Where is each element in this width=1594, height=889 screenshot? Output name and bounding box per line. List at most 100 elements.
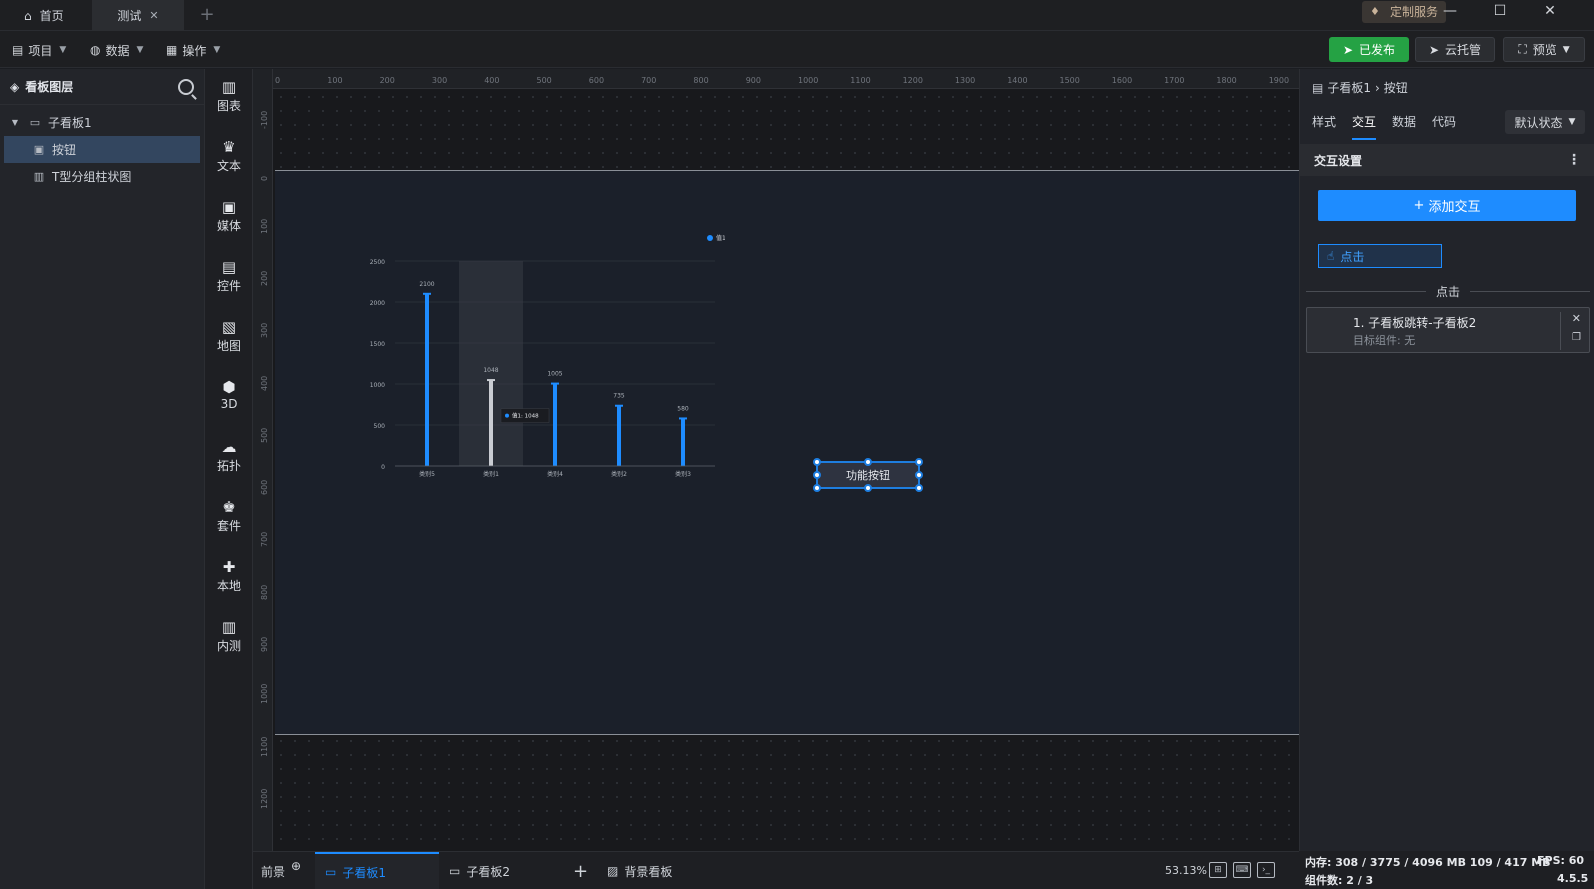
rail-item-text[interactable]: ♛ 文本 [205, 139, 253, 174]
close-icon[interactable]: ✕ [1572, 312, 1581, 325]
rail-item-label: 地图 [216, 339, 241, 353]
breadcrumb-parent[interactable]: 子看板1 [1327, 79, 1371, 96]
tab-foreground[interactable]: 前景 ⊕ [261, 852, 301, 889]
data-menu-label: 数据 [105, 43, 130, 58]
image-icon: ▣ [33, 143, 45, 156]
y-tick-label: 1000 [370, 382, 385, 389]
rail-item-topology[interactable]: ☁ 拓扑 [205, 439, 253, 474]
bar-chart[interactable]: 0 500 1000 1500 2000 2500 2100 类别5 1048 类别1 1005 类别… [345, 226, 726, 486]
ruler-tick-label: -100 [260, 110, 269, 129]
tab-data[interactable]: 数据 [1392, 113, 1416, 140]
rail-item-local[interactable]: ✚ 本地 [205, 559, 253, 594]
resize-handle-e[interactable] [915, 471, 923, 479]
ruler-tick-label: 1400 [1007, 76, 1028, 85]
ruler-tick-label: 1000 [798, 76, 819, 85]
x-tick-label: 类别4 [547, 470, 563, 478]
properties-panel: ▤ 子看板1 › 按钮 样式 交互 数据 代码 默认状态 ▼ 交互设置 ⋮ + … [1299, 69, 1594, 851]
data-label: 1048 [483, 367, 498, 374]
rail-item-widget[interactable]: ▤ 控件 [205, 259, 253, 294]
state-select[interactable]: 默认状态 ▼ [1505, 110, 1585, 134]
tab-board-1[interactable]: ▭ 子看板1 [315, 852, 439, 889]
rail-item-label: 套件 [216, 519, 241, 533]
add-interaction-button[interactable]: + 添加交互 [1318, 190, 1576, 221]
layer-item-label: T型分组柱状图 [52, 170, 132, 184]
data-label: 1005 [547, 371, 562, 378]
add-tab-icon[interactable]: + [196, 4, 218, 26]
rail-item-label: 图表 [216, 99, 241, 113]
cloud-host-button[interactable]: ➤ 云托管 [1415, 37, 1495, 62]
data-label: 2100 [419, 281, 434, 288]
preview-button[interactable]: ⛶ 预览 ▼ [1503, 37, 1585, 62]
rail-item-3d[interactable]: ⬢ 3D [205, 379, 253, 411]
rail-item-media[interactable]: ▣ 媒体 [205, 199, 253, 234]
rail-item-kit[interactable]: ♚ 套件 [205, 499, 253, 534]
sub-board-1[interactable]: 0 500 1000 1500 2000 2500 2100 类别5 1048 类别1 1005 类别… [275, 170, 1299, 735]
tab-close-icon[interactable]: ✕ [149, 9, 158, 22]
ruler-tick-label: 500 [536, 76, 552, 85]
search-icon[interactable] [178, 78, 194, 95]
rail-item-chart[interactable]: ▥ 图表 [205, 79, 253, 114]
resize-handle-n[interactable] [864, 458, 872, 466]
y-tick-label: 2500 [370, 259, 385, 266]
horizontal-ruler: 0 100 200 300 400 500 600 700 800 900 1000 1100 1200… [253, 69, 1299, 89]
copy-icon[interactable]: ❐ [1572, 332, 1581, 343]
tab-background[interactable]: ▨ 背景看板 [607, 852, 672, 889]
ruler-tick-label: 200 [260, 270, 269, 286]
tab-home[interactable]: ⌂ 首页 [10, 0, 92, 31]
close-window-icon[interactable]: ✕ [1526, 0, 1574, 24]
tab-foreground-label: 前景 [261, 864, 286, 879]
resize-handle-s[interactable] [864, 484, 872, 492]
event-click-tag[interactable]: ☝ 点击 [1318, 244, 1442, 268]
resize-handle-ne[interactable] [915, 458, 923, 466]
tab-code[interactable]: 代码 [1432, 113, 1456, 140]
tab-interaction[interactable]: 交互 [1352, 113, 1377, 140]
ruler-tick-label: 700 [260, 532, 269, 548]
rail-item-label: 3D [220, 397, 238, 411]
zoom-level[interactable]: 53.13% [1165, 864, 1207, 877]
bar-chart-svg: 0 500 1000 1500 2000 2500 2100 类别5 1048 类别1 1005 类别… [370, 234, 726, 478]
layer-item-bar-chart[interactable]: ▥ T型分组柱状图 [0, 163, 204, 190]
tab-style[interactable]: 样式 [1312, 113, 1336, 140]
editor-canvas[interactable]: 0 100 200 300 400 500 600 700 800 900 1000 1100 1200… [253, 69, 1299, 851]
ruler-tick-label: 900 [260, 636, 269, 652]
resize-handle-sw[interactable] [813, 484, 821, 492]
ruler-tick-label: 400 [260, 375, 269, 391]
layer-item-button[interactable]: ▣ 按钮 [4, 136, 200, 163]
fit-screen-icon[interactable]: ⊞ [1209, 862, 1227, 878]
ruler-tick-label: 1100 [850, 76, 871, 85]
ruler-tick-label: 200 [379, 76, 395, 85]
resize-handle-se[interactable] [915, 484, 923, 492]
y-tick-label: 500 [374, 423, 386, 430]
minimize-icon[interactable]: — [1426, 0, 1474, 24]
layer-item-label: 按钮 [52, 143, 77, 157]
rail-item-beta[interactable]: ▥ 内测 [205, 619, 253, 654]
y-tick-label: 2000 [370, 300, 385, 307]
monitor-icon: ▭ [29, 116, 41, 129]
operate-menu[interactable]: ▦ 操作 ▼ [166, 39, 220, 61]
ruler-tick-label: 800 [260, 584, 269, 600]
ruler-tick-label: 1000 [260, 683, 269, 705]
more-vertical-icon[interactable]: ⋮ [1567, 152, 1581, 168]
project-menu[interactable]: ▤ 项目 ▼ [12, 39, 66, 61]
component-count: 组件数: 2 / 3 [1305, 874, 1374, 887]
event-divider: 点击 [1306, 283, 1591, 300]
ruler-tick-label: 400 [484, 76, 500, 85]
keyboard-icon[interactable]: ⌨ [1233, 862, 1251, 878]
action-card[interactable]: 1. 子看板跳转-子看板2 目标组件: 无 ✕ ❐ [1306, 307, 1590, 353]
resize-handle-w[interactable] [813, 471, 821, 479]
data-menu[interactable]: ◍ 数据 ▼ [90, 39, 143, 61]
widget-icon: ▤ [221, 258, 237, 276]
layer-panel: ◈ 看板图层 ▼ ▭ 子看板1 ▣ 按钮 ▥ T型分组柱状图 [0, 69, 205, 889]
maximize-icon[interactable]: ☐ [1476, 0, 1524, 24]
file-icon: ▤ [12, 43, 24, 57]
tab-board-2[interactable]: ▭ 子看板2 [449, 852, 510, 889]
tab-test[interactable]: 测试 ✕ [92, 0, 184, 31]
add-circle-icon[interactable]: ⊕ [291, 859, 301, 873]
published-button[interactable]: ➤ 已发布 [1329, 37, 1409, 62]
terminal-icon[interactable]: ›_ [1257, 862, 1275, 878]
layer-item-board1[interactable]: ▼ ▭ 子看板1 [0, 109, 204, 136]
x-tick-label: 类别5 [419, 470, 435, 478]
rail-item-map[interactable]: ▧ 地图 [205, 319, 253, 354]
resize-handle-nw[interactable] [813, 458, 821, 466]
add-board-icon[interactable]: + [573, 852, 588, 889]
